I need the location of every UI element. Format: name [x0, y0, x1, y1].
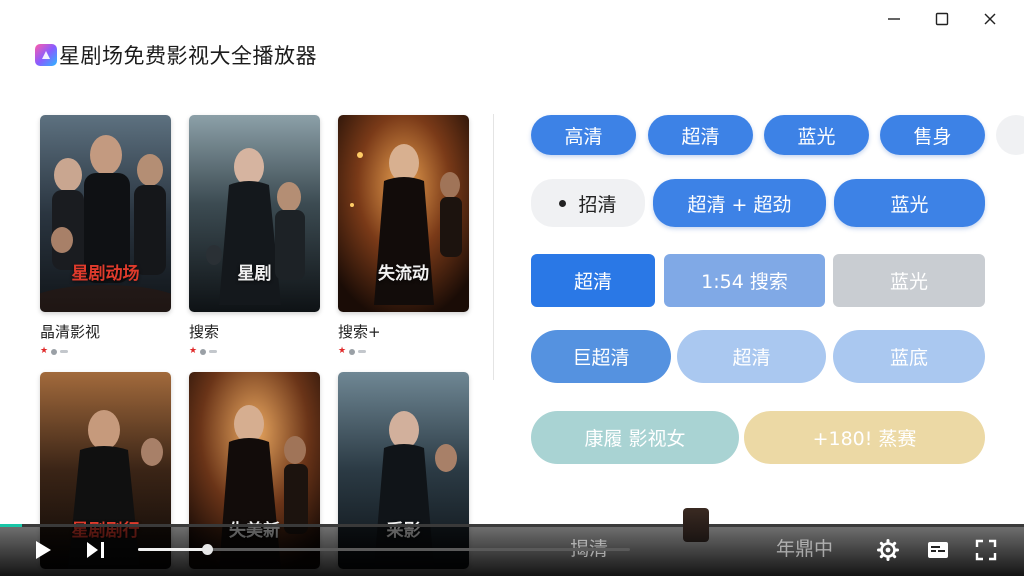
subtitles-icon [928, 542, 948, 558]
minimize-icon [888, 18, 900, 20]
chip-overflow[interactable] [996, 115, 1024, 155]
play-button[interactable] [30, 538, 54, 562]
chip-super-hd-2[interactable]: 超清 [531, 254, 655, 307]
ghost-label-mid: 年鼎中 [776, 538, 834, 560]
poster-title: 搜索 [189, 323, 220, 341]
chip-super-hd-3[interactable]: 超清 [677, 330, 826, 383]
poster-caption: 星剧 [237, 264, 272, 284]
player-controls: 揭清 年鼎中 [0, 524, 1024, 576]
window-controls [870, 6, 1014, 32]
close-icon [984, 13, 996, 25]
poster-card[interactable]: 星剧动场 晶清影视 ★ [40, 115, 171, 356]
dot-icon [349, 348, 356, 355]
dot-icon [51, 348, 58, 355]
poster-caption: 失流动 [378, 264, 429, 284]
chip-combo[interactable]: 超清 + 超劲 [653, 179, 826, 227]
divider [493, 114, 494, 380]
chip-bluray-2[interactable]: 蓝光 [834, 179, 985, 227]
subtitles-button[interactable] [926, 538, 950, 562]
chip-big-hd[interactable]: 巨超清 [531, 330, 671, 383]
chip-bluray-3[interactable]: 蓝光 [833, 254, 985, 307]
bullet-icon [559, 199, 567, 207]
dash-icon [358, 350, 367, 353]
next-button[interactable] [84, 538, 108, 562]
chip-hd[interactable]: 高清 [531, 115, 636, 155]
poster-image[interactable]: 星剧 [189, 115, 320, 312]
seek-knob[interactable] [201, 544, 213, 555]
star-icon: ★ [40, 346, 49, 356]
chip-search[interactable]: 1:54 搜索 [664, 254, 825, 307]
fullscreen-button[interactable] [974, 538, 998, 562]
chip-blue-base[interactable]: 蓝底 [833, 330, 985, 383]
poster-caption: 星剧动场 [71, 264, 140, 284]
app-header: 星剧场免费影视大全播放器 [35, 40, 317, 70]
chip-label: 招清 [578, 193, 617, 216]
poster-image[interactable]: 失流动 [338, 115, 469, 312]
star-icon: ★ [338, 346, 347, 356]
dash-icon [60, 350, 69, 353]
buffer-line [0, 524, 1024, 527]
dash-icon [209, 350, 218, 353]
dot-icon [200, 348, 207, 355]
poster-image[interactable]: 星剧动场 [40, 115, 171, 312]
chip-bluray[interactable]: 蓝光 [764, 115, 869, 155]
chip-super-hd[interactable]: 超清 [648, 115, 753, 155]
poster-title: 搜索+ [338, 323, 381, 341]
maximize-button[interactable] [918, 6, 966, 32]
next-icon [87, 542, 104, 558]
settings-button[interactable] [876, 538, 900, 562]
close-button[interactable] [966, 6, 1014, 32]
poster-card[interactable]: 失流动 搜索+ ★ [338, 115, 469, 356]
chip-selected[interactable]: 招清 [531, 179, 645, 227]
minimize-button[interactable] [870, 6, 918, 32]
star-icon: ★ [189, 346, 198, 356]
maximize-icon [935, 12, 949, 26]
seek-played [138, 548, 207, 551]
app-title: 星剧场免费影视大全播放器 [59, 44, 317, 68]
play-icon [36, 541, 51, 559]
settings-icon [877, 539, 899, 561]
rating-meta: ★ [40, 347, 171, 356]
chip-extra[interactable]: 售身 [880, 115, 985, 155]
poster-title: 晶清影视 [40, 323, 101, 341]
app-logo-icon [35, 44, 57, 66]
chip-film[interactable]: 康履 影视女 [531, 411, 739, 464]
rating-meta: ★ [189, 347, 320, 356]
poster-card[interactable]: 星剧 搜索 ★ [189, 115, 320, 356]
rating-meta: ★ [338, 347, 469, 356]
avatar [683, 508, 709, 542]
chip-plus[interactable]: +180! 蒸赛 [744, 411, 985, 464]
fullscreen-icon [975, 539, 997, 561]
seek-bar[interactable] [138, 544, 630, 555]
